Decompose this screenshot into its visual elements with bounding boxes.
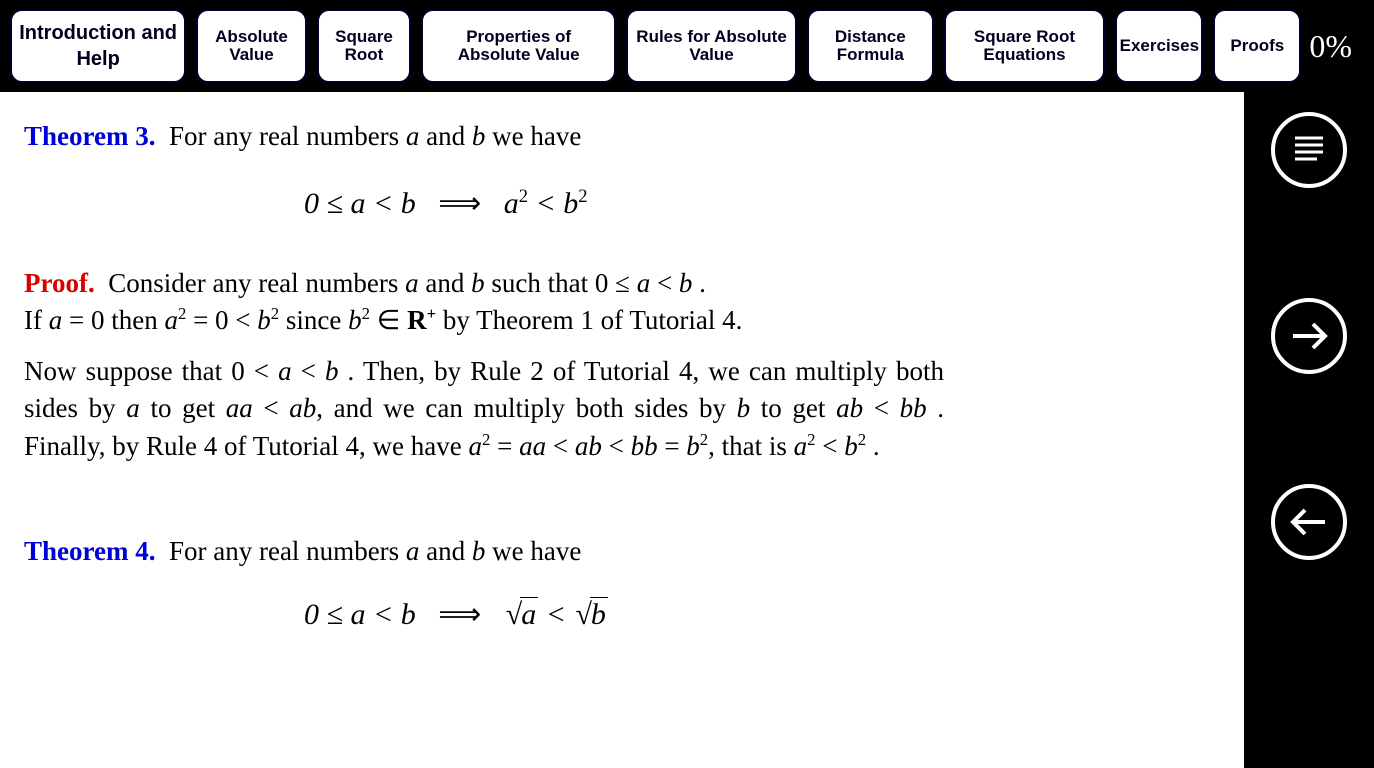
proof-text: = [490,431,519,461]
tab-exercises[interactable]: Exercises [1115,9,1203,83]
theorem-3-text-2: and [419,121,471,151]
proof-text: < [863,393,900,423]
proof-text: , and we can multiply both sides by [316,393,736,423]
top-nav-bar: Introduction and Help Absolute Value Squ… [0,0,1374,92]
implies-arrow: ⟹ [438,598,481,631]
formula-lhs: 0 ≤ a < b [304,598,416,631]
theorem-4-statement: Theorem 4. For any real numbers a and b … [24,533,944,570]
a-sq: a2 [468,431,490,461]
progress-percent: 0% [1309,28,1364,65]
sqrt-b: b [573,594,607,635]
b-squared: b2 [563,187,587,220]
theorem-3-text-1: For any real numbers [169,121,406,151]
arrow-right-icon [1287,314,1331,358]
proof-paragraph-2: Now suppose that 0 < a < b . Then, by Ru… [24,353,944,465]
tab-square-root[interactable]: Square Root [317,9,411,83]
theorem-4-text-1: For any real numbers [169,536,406,566]
b-sq: b2 [257,305,279,335]
tab-distance-formula[interactable]: Distance Formula [807,9,934,83]
var-a: a [405,268,419,298]
proof-paragraph-1: Proof. Consider any real numbers a and b… [24,265,944,340]
var-a: a [278,356,292,386]
proof-text: < [253,393,290,423]
var-b: b [472,536,486,566]
proof-text: = [658,431,687,461]
bb: bb [900,393,927,423]
bb: bb [631,431,658,461]
proof-text: < [602,431,631,461]
proof-text: Consider any real numbers [108,268,405,298]
proof-text: , that is [708,431,794,461]
proof-text: such that 0 ≤ [485,268,637,298]
ab: ab [836,393,863,423]
var-b: b [471,268,485,298]
lt-1: < [528,187,563,220]
ab: ab [289,393,316,423]
b-sq: b2 [348,305,370,335]
tab-properties-absolute-value[interactable]: Properties of Absolute Value [421,9,616,83]
var-a: a [126,393,140,423]
proof-text: to get [750,393,836,423]
proof-text: = 0 < [186,305,257,335]
theorem-4-text-2: and [419,536,471,566]
proof-text: by Theorem 1 of Tutorial 4. [436,305,742,335]
proof-text: < [816,431,845,461]
proof-text: < [292,356,325,386]
proof-text: . [866,431,880,461]
b-sq: b2 [686,431,708,461]
formula-lhs: 0 ≤ a < b [304,187,416,220]
var-a: a [406,121,420,151]
set-R-plus: R+ [407,305,436,335]
b-sq: b2 [844,431,866,461]
var-a: a [637,268,651,298]
theorem-4-label: Theorem 4. [24,536,155,566]
tab-square-root-equations[interactable]: Square Root Equations [944,9,1106,83]
proof-text: < [546,431,575,461]
theorem-3-formula: 0 ≤ a < b ⟹ a2 < b2 [24,183,1220,224]
side-nav [1244,92,1374,768]
arrow-left-icon [1287,500,1331,544]
proof-text: and [419,268,471,298]
proof-text: < [650,268,679,298]
proof-text: to get [140,393,226,423]
lt-2: < [538,598,573,631]
next-button[interactable] [1271,298,1347,374]
var-b: b [679,268,693,298]
aa: aa [519,431,546,461]
aa: aa [226,393,253,423]
tab-intro-help[interactable]: Introduction and Help [10,9,186,83]
theorem-4-text-3: we have [485,536,581,566]
sqrt-a: a [504,594,538,635]
theorem-3-label: Theorem 3. [24,121,155,151]
proof-text: since [279,305,348,335]
proof-label: Proof. [24,268,95,298]
back-button[interactable] [1271,484,1347,560]
proof-text: ∈ [370,305,407,335]
content-page: Theorem 3. For any real numbers a and b … [0,92,1244,768]
menu-lines-icon [1287,128,1331,172]
menu-button[interactable] [1271,112,1347,188]
var-b: b [737,393,751,423]
proof-text: Now suppose that 0 < [24,356,278,386]
var-b: b [472,121,486,151]
proof-text: = 0 then [62,305,164,335]
theorem-3-text-3: we have [485,121,581,151]
tab-list: Introduction and Help Absolute Value Squ… [10,9,1301,83]
ab: ab [575,431,602,461]
tab-absolute-value[interactable]: Absolute Value [196,9,307,83]
a-sq: a2 [164,305,186,335]
a-squared: a2 [504,187,528,220]
a-sq: a2 [794,431,816,461]
var-b: b [325,356,339,386]
implies-arrow: ⟹ [438,187,481,220]
theorem-3-statement: Theorem 3. For any real numbers a and b … [24,118,944,155]
proof-text: . [692,268,706,298]
proof-text: If [24,305,49,335]
theorem-4-formula: 0 ≤ a < b ⟹ a < b [24,594,1220,635]
var-a: a [406,536,420,566]
tab-rules-absolute-value[interactable]: Rules for Absolute Value [626,9,797,83]
var-a: a [49,305,63,335]
tab-proofs[interactable]: Proofs [1213,9,1301,83]
